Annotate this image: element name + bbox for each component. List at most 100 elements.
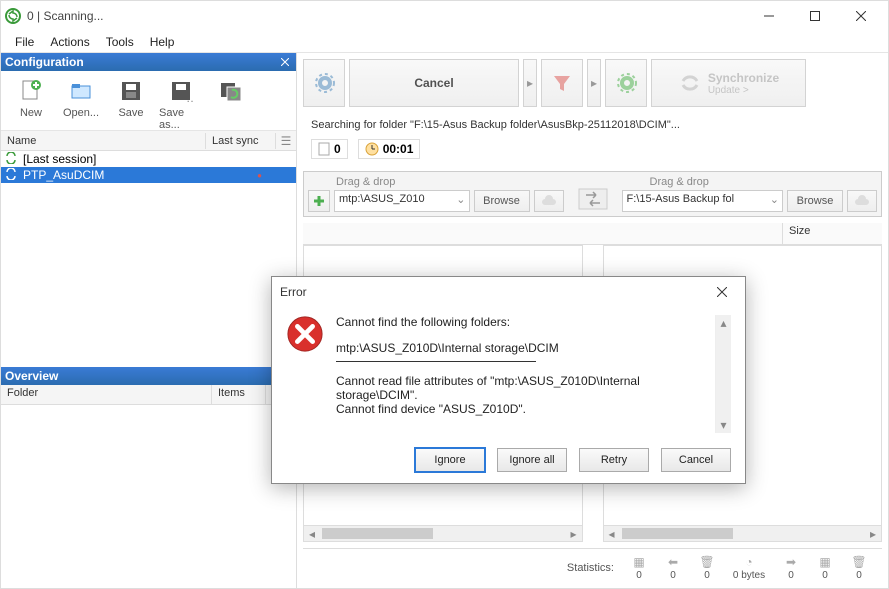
- arrow-left-icon: ⬅: [664, 555, 682, 569]
- swap-button[interactable]: [570, 176, 616, 212]
- cloud-left-button[interactable]: [534, 190, 564, 212]
- minimize-button[interactable]: [746, 1, 792, 31]
- new-file-icon: [17, 77, 45, 105]
- new-button[interactable]: New: [7, 75, 55, 121]
- filter-dropdown[interactable]: ▸: [587, 59, 601, 107]
- overview-body: [1, 405, 296, 589]
- col-lastsync[interactable]: Last sync: [206, 133, 276, 149]
- status-area: Searching for folder "F:\15-Asus Backup …: [297, 113, 888, 165]
- list-item[interactable]: [Last session]: [1, 151, 296, 167]
- item-count: 0: [334, 142, 341, 156]
- error-icon: [286, 315, 324, 353]
- drag-label-right: Drag & drop: [622, 176, 878, 188]
- dialog-cancel-button[interactable]: Cancel: [661, 448, 731, 472]
- dialog-scrollbar[interactable]: ▴ ▾: [715, 315, 731, 433]
- saveas-label: Save as...: [159, 107, 203, 131]
- menu-file[interactable]: File: [7, 33, 42, 51]
- chevron-left-icon[interactable]: ◂: [304, 526, 320, 541]
- overview-header: Overview: [1, 367, 296, 385]
- cancel-button[interactable]: Cancel: [349, 59, 519, 107]
- statusbar: Statistics: ▦0 ⬅0 🗑0 ◔0 bytes ➡0 ▦0 🗑0: [303, 548, 882, 586]
- drag-label-left: Drag & drop: [308, 176, 564, 188]
- chevron-up-icon[interactable]: ▴: [716, 315, 731, 331]
- new-label: New: [20, 107, 42, 119]
- time-value: 00:01: [383, 142, 414, 156]
- left-path-select[interactable]: mtp:\ASUS_Z010: [334, 190, 470, 212]
- compare-dropdown[interactable]: ▸: [523, 59, 537, 107]
- pie-icon: ◔: [740, 555, 758, 569]
- col-items[interactable]: Items: [212, 385, 266, 404]
- maximize-button[interactable]: [792, 1, 838, 31]
- scrollbar-thumb[interactable]: [322, 528, 433, 539]
- col-name[interactable]: Name: [1, 133, 206, 149]
- cloud-right-button[interactable]: [847, 190, 877, 212]
- browse-right-button[interactable]: Browse: [787, 190, 843, 212]
- add-pair-button[interactable]: [308, 190, 330, 212]
- ignore-button[interactable]: Ignore: [415, 448, 485, 472]
- col-size-right[interactable]: Size: [782, 223, 882, 244]
- funnel-icon: [550, 71, 574, 95]
- chevron-left-icon[interactable]: ◂: [604, 526, 620, 541]
- sync-settings-button[interactable]: [605, 59, 647, 107]
- plus-icon: [312, 194, 326, 208]
- chevron-right-icon[interactable]: ▸: [566, 526, 582, 541]
- menu-actions[interactable]: Actions: [42, 33, 97, 51]
- error-dialog: Error Cannot find the following folders:…: [271, 276, 746, 484]
- error-line1: Cannot find the following folders:: [336, 315, 703, 329]
- filter-button[interactable]: [541, 59, 583, 107]
- folder-pair-panel: Drag & drop mtp:\ASUS_Z010 Browse Drag &…: [303, 171, 882, 217]
- config-toolbar: New Open... Save … Save as...: [1, 71, 296, 131]
- retry-button[interactable]: Retry: [579, 448, 649, 472]
- compare-settings-button[interactable]: [303, 59, 345, 107]
- time-counter: 00:01: [358, 139, 421, 159]
- clock-icon: [365, 142, 379, 156]
- overview-columns: Folder Items Siz: [1, 385, 296, 405]
- save-button[interactable]: Save: [107, 75, 155, 121]
- session-list-header: Name Last sync ☰: [1, 131, 296, 151]
- cloud-icon: [853, 195, 871, 207]
- list-item[interactable]: PTP_AsuDCIM ●: [1, 167, 296, 183]
- ignore-all-button[interactable]: Ignore all: [497, 448, 567, 472]
- scrollbar-horizontal[interactable]: ◂▸: [304, 525, 582, 541]
- svg-text:…: …: [186, 91, 194, 104]
- save-label: Save: [118, 107, 143, 119]
- col-options-icon[interactable]: ☰: [276, 134, 296, 148]
- file-icon: [318, 142, 330, 156]
- browse-left-button[interactable]: Browse: [474, 190, 530, 212]
- chevron-down-icon[interactable]: ▾: [716, 417, 731, 433]
- chevron-right-icon: ▸: [527, 76, 533, 90]
- open-button[interactable]: Open...: [57, 75, 105, 121]
- open-label: Open...: [63, 107, 99, 119]
- scrollbar-horizontal[interactable]: ◂▸: [604, 525, 882, 541]
- gear-icon: [312, 70, 336, 96]
- saveas-button[interactable]: … Save as...: [157, 75, 205, 133]
- stat-update-left: ⬅0: [656, 555, 690, 581]
- item-counter: 0: [311, 139, 348, 159]
- stat-update-right: ▦0: [808, 555, 842, 581]
- synchronize-button[interactable]: Synchronize Update >: [651, 59, 806, 107]
- configuration-close-icon[interactable]: [278, 55, 292, 69]
- trash-icon: 🗑: [850, 555, 868, 569]
- list-item-label: [Last session]: [23, 152, 96, 166]
- dialog-close-button[interactable]: [707, 277, 737, 307]
- col-folder[interactable]: Folder: [1, 385, 212, 404]
- sync-icon: [5, 152, 19, 166]
- error-line4: Cannot find device "ASUS_Z010D".: [336, 402, 703, 416]
- cancel-label: Cancel: [358, 76, 510, 90]
- close-icon: [717, 287, 727, 297]
- chevron-right-icon[interactable]: ▸: [865, 526, 881, 541]
- error-line2: mtp:\ASUS_Z010D\Internal storage\DCIM: [336, 341, 703, 355]
- menu-help[interactable]: Help: [142, 33, 183, 51]
- scrollbar-thumb[interactable]: [622, 528, 733, 539]
- stat-delete-right: 🗑0: [842, 555, 876, 581]
- batch-icon: [217, 77, 245, 105]
- file-list-header: Size: [303, 223, 882, 245]
- menu-tools[interactable]: Tools: [98, 33, 142, 51]
- window-title: 0 | Scanning...: [27, 9, 746, 23]
- stat-delete-left: 🗑0: [690, 555, 724, 581]
- statistics-label: Statistics:: [567, 562, 614, 574]
- right-path-select[interactable]: F:\15-Asus Backup fol: [622, 190, 784, 212]
- titlebar: 0 | Scanning...: [1, 1, 888, 31]
- close-button[interactable]: [838, 1, 884, 31]
- batch-button[interactable]: [207, 75, 255, 109]
